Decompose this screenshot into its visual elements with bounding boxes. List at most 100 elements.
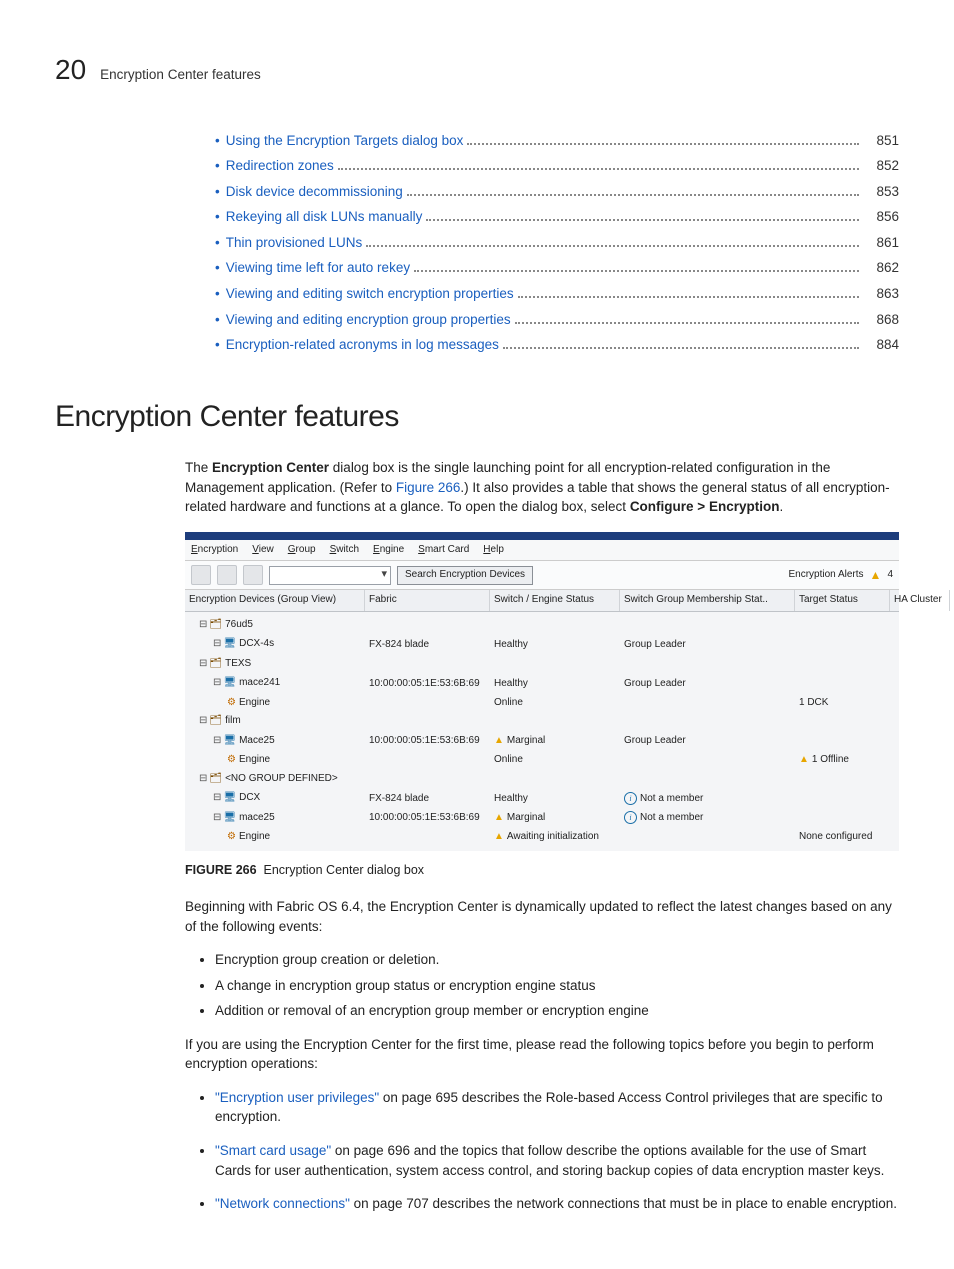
table-row[interactable]: ⊟🗂76ud5 xyxy=(185,616,899,636)
toc-entry[interactable]: •Using the Encryption Targets dialog box… xyxy=(215,131,899,151)
toc-link[interactable]: Disk device decommissioning xyxy=(226,182,403,202)
column-header[interactable]: Switch / Engine Status xyxy=(490,590,620,611)
toc-page: 856 xyxy=(863,207,899,227)
column-header[interactable]: HA Cluster xyxy=(890,590,950,611)
toc-page: 852 xyxy=(863,156,899,176)
table-row[interactable]: ⚙EngineOnline▲1 Offline xyxy=(185,751,899,770)
table-row[interactable]: ⊟🗂film xyxy=(185,712,899,732)
toc-entry[interactable]: •Redirection zones852 xyxy=(215,156,899,176)
reference-link[interactable]: "Network connections" xyxy=(215,1196,350,1211)
toc-link[interactable]: Rekeying all disk LUNs manually xyxy=(226,207,423,227)
switch-icon: 🖥 xyxy=(223,638,236,649)
toc-page: 868 xyxy=(863,310,899,330)
toc-link[interactable]: Viewing and editing switch encryption pr… xyxy=(226,284,514,304)
tree-toggle[interactable]: ⊟ xyxy=(213,678,221,689)
tree-toggle[interactable]: ⊟ xyxy=(213,639,221,650)
table-row[interactable]: ⊟🖥DCXFX-824 bladeHealthyiNot a member xyxy=(185,789,899,809)
paragraph-events-lead: Beginning with Fabric OS 6.4, the Encryp… xyxy=(185,897,899,936)
tree-toggle[interactable]: ⊟ xyxy=(199,716,207,727)
info-icon: i xyxy=(624,811,637,824)
toc-entry[interactable]: •Viewing time left for auto rekey862 xyxy=(215,258,899,278)
page-header: 20 Encryption Center features xyxy=(55,50,899,91)
list-item: "Network connections" on page 707 descri… xyxy=(215,1194,899,1214)
group-icon: 🗂 xyxy=(209,619,222,630)
paragraph-refs-lead: If you are using the Encryption Center f… xyxy=(185,1035,899,1074)
term-encryption-center: Encryption Center xyxy=(212,460,329,475)
toc-entry[interactable]: •Thin provisioned LUNs861 xyxy=(215,233,899,253)
menu-item[interactable]: Smart Card xyxy=(418,543,469,558)
search-button[interactable]: Search Encryption Devices xyxy=(397,566,533,585)
toc-link[interactable]: Redirection zones xyxy=(226,156,334,176)
encryption-center-dialog: Encryption View Group Switch Engine Smart Car… xyxy=(185,532,899,851)
tree-toggle[interactable]: ⊟ xyxy=(199,659,207,670)
toc-link[interactable]: Viewing time left for auto rekey xyxy=(226,258,410,278)
toc-page: 853 xyxy=(863,182,899,202)
tree-toggle[interactable]: ⊟ xyxy=(213,813,221,824)
reference-link[interactable]: "Smart card usage" xyxy=(215,1143,331,1158)
intro-paragraph: The Encryption Center dialog box is the … xyxy=(185,458,899,517)
table-row[interactable]: ⚙EngineOnline1 DCK xyxy=(185,694,899,713)
engine-icon: ⚙ xyxy=(227,697,236,708)
toc-entry[interactable]: •Disk device decommissioning853 xyxy=(215,182,899,202)
warning-icon: ▲ xyxy=(494,831,504,842)
table-row[interactable]: ⊟🗂<NO GROUP DEFINED> xyxy=(185,770,899,790)
column-header[interactable]: Switch Group Membership Stat.. xyxy=(620,590,795,611)
toc-link[interactable]: Viewing and editing encryption group pro… xyxy=(226,310,511,330)
toc-page: 862 xyxy=(863,258,899,278)
toc-page: 861 xyxy=(863,233,899,253)
column-header[interactable]: Encryption Devices (Group View) xyxy=(185,590,365,611)
running-title: Encryption Center features xyxy=(100,65,261,85)
group-icon: 🗂 xyxy=(209,773,222,784)
toolbar-icon-2[interactable] xyxy=(217,565,237,585)
table-of-contents: •Using the Encryption Targets dialog box… xyxy=(215,131,899,355)
column-header[interactable]: Fabric xyxy=(365,590,490,611)
encryption-alerts[interactable]: Encryption Alerts ▲ 4 xyxy=(789,567,894,584)
toc-entry[interactable]: •Viewing and editing encryption group pr… xyxy=(215,310,899,330)
menu-item[interactable]: Engine xyxy=(373,543,404,558)
menu-item[interactable]: Encryption xyxy=(191,543,238,558)
table-row[interactable]: ⊟🖥DCX-4sFX-824 bladeHealthyGroup Leader xyxy=(185,635,899,655)
table-row[interactable]: ⚙Engine▲Awaiting initializationNone conf… xyxy=(185,828,899,847)
filter-dropdown[interactable] xyxy=(269,566,391,585)
table-row[interactable]: ⊟🖥Mace2510:00:00:05:1E:53:6B:69▲Marginal… xyxy=(185,732,899,752)
device-tree: ⊟🗂76ud5⊟🖥DCX-4sFX-824 bladeHealthyGroup … xyxy=(185,612,899,851)
toc-entry[interactable]: •Viewing and editing switch encryption p… xyxy=(215,284,899,304)
list-item: A change in encryption group status or e… xyxy=(215,976,899,996)
toc-entry[interactable]: •Encryption-related acronyms in log mess… xyxy=(215,335,899,355)
toc-link[interactable]: Using the Encryption Targets dialog box xyxy=(226,131,464,151)
list-item: Encryption group creation or deletion. xyxy=(215,950,899,970)
menu-item[interactable]: Help xyxy=(483,543,504,558)
toc-link[interactable]: Encryption-related acronyms in log messa… xyxy=(226,335,499,355)
toc-link[interactable]: Thin provisioned LUNs xyxy=(226,233,363,253)
tree-toggle[interactable]: ⊟ xyxy=(213,793,221,804)
figure-link[interactable]: Figure 266 xyxy=(396,480,461,495)
toolbar: Search Encryption Devices Encryption Ale… xyxy=(185,560,899,590)
references-list: "Encryption user privileges" on page 695… xyxy=(185,1088,899,1214)
tree-toggle[interactable]: ⊟ xyxy=(199,620,207,631)
reference-link[interactable]: "Encryption user privileges" xyxy=(215,1090,379,1105)
engine-icon: ⚙ xyxy=(227,831,236,842)
info-icon: i xyxy=(624,792,637,805)
switch-icon: 🖥 xyxy=(223,792,236,803)
events-list: Encryption group creation or deletion. A … xyxy=(185,950,899,1021)
group-icon: 🗂 xyxy=(209,658,222,669)
toc-page: 884 xyxy=(863,335,899,355)
table-row[interactable]: ⊟🖥mace2510:00:00:05:1E:53:6B:69▲Marginal… xyxy=(185,809,899,829)
menu-item[interactable]: View xyxy=(252,543,274,558)
table-row[interactable]: ⊟🗂TEXS xyxy=(185,655,899,675)
tree-toggle[interactable]: ⊟ xyxy=(213,736,221,747)
table-row[interactable]: ⊟🖥mace24110:00:00:05:1E:53:6B:69HealthyG… xyxy=(185,674,899,694)
switch-icon: 🖥 xyxy=(223,735,236,746)
menu-item[interactable]: Switch xyxy=(330,543,359,558)
toc-entry[interactable]: •Rekeying all disk LUNs manually856 xyxy=(215,207,899,227)
tree-toggle[interactable]: ⊟ xyxy=(199,774,207,785)
menu-bar: Encryption View Group Switch Engine Smart Car… xyxy=(185,540,899,561)
menu-item[interactable]: Group xyxy=(288,543,316,558)
refresh-icon[interactable] xyxy=(243,565,263,585)
warning-icon: ▲ xyxy=(494,812,504,823)
toolbar-icon-1[interactable] xyxy=(191,565,211,585)
section-heading: Encryption Center features xyxy=(55,395,899,439)
list-item: "Smart card usage" on page 696 and the t… xyxy=(215,1141,899,1180)
column-header[interactable]: Target Status xyxy=(795,590,890,611)
term-configure-encryption: Configure > Encryption xyxy=(630,499,780,514)
